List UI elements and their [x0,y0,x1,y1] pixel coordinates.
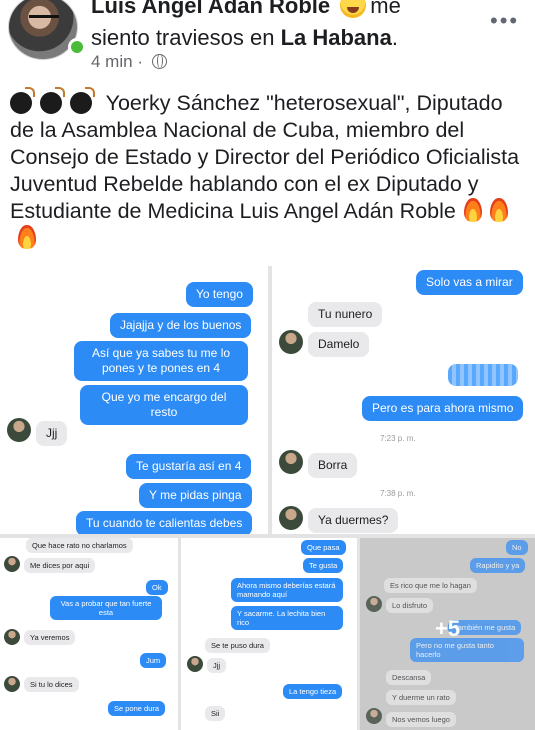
contact-avatar [366,708,382,724]
chat-bubble: Solo vas a mirar [416,270,523,295]
chat-bubble: Y duerme un rato [386,690,456,705]
contact-avatar [279,506,303,530]
meta-separator: · [137,52,143,71]
chat-bubble: Jjj [36,421,68,446]
chat-bubble: Y sacarme. La lechita bien rico [231,606,343,630]
chat-bubble: Nos vemos luego [386,712,456,727]
feeling-text: me [370,0,401,18]
contact-avatar [187,656,203,672]
post-author-line: Luis Angel Adan Roble me [91,0,491,20]
chat-bubble: Te gustaría así en 4 [126,454,252,479]
chat-bubble: Tu nunero [308,302,383,327]
chat-screenshot-2[interactable]: Solo vas a mirar Tu nunero Damelo Pero e… [272,266,535,534]
contact-avatar [7,418,31,442]
feeling-line: siento traviesos en La Habana. [91,24,398,52]
author-avatar[interactable] [8,0,86,62]
contact-avatar [279,330,303,354]
contact-avatar [366,596,382,612]
chat-bubble: Ya duermes? [308,508,399,533]
chat-bubble: Yo tengo [186,282,253,307]
chat-bubble: No [506,540,528,555]
timestamp: 7:23 p. m. [380,434,416,443]
fire-icon [463,198,482,222]
chat-bubble: Me dices por aqui [24,558,96,573]
more-photos-count[interactable]: +5 [435,616,460,642]
more-options-button[interactable]: ••• [490,8,519,34]
globe-icon[interactable] [151,54,167,69]
timestamp: 7:38 p. m. [380,489,416,498]
chat-bubble: Damelo [308,332,370,357]
chat-screenshot-4[interactable]: Que pasa Te gusta Ahora mismo deberías e… [181,538,357,730]
chat-bubble: Sii [205,706,226,721]
online-status-icon [68,38,86,56]
contact-avatar [279,450,303,474]
chat-bubble: Se te puso dura [205,638,270,653]
photo-collage[interactable]: Yo tengo Jajajja y de los buenos Así que… [0,266,535,730]
chat-bubble: Que hace rato no charlamos [26,538,133,553]
post-time[interactable]: 4 min [91,52,133,71]
chat-bubble: Pero es para ahora mismo [362,396,524,421]
chat-bubble: Se pone dura [108,701,166,716]
chat-bubble: Tu cuando te calientas debes [76,511,253,534]
post-meta: 4 min · [91,52,167,72]
bomb-icon [10,87,35,114]
bomb-icon [40,87,65,114]
feeling-emoji-icon [340,0,367,18]
contact-avatar [4,556,20,572]
author-name[interactable]: Luis Angel Adan Roble [91,0,330,18]
blurred-phone-number [448,364,518,386]
post-body: Yoerky Sánchez "heterosexual", Diputado … [10,87,530,252]
location-link[interactable]: La Habana [281,25,392,50]
chat-bubble: Jajajja y de los buenos [110,313,252,338]
contact-avatar [4,676,20,692]
chat-bubble: Así que ya sabes tu me lo pones y te pon… [74,341,248,381]
chat-bubble: Es rico que me lo hagan [384,578,477,593]
chat-bubble: Ok [146,580,168,595]
chat-bubble: La tengo tieza [283,684,343,699]
chat-bubble: Te gusta [303,558,344,573]
chat-bubble: Descansa [386,670,432,685]
chat-screenshot-3[interactable]: Que hace rato no charlamos Me dices por … [0,538,178,730]
chat-bubble: Lo disfruto [386,598,434,613]
chat-bubble: Que yo me encargo del resto [80,385,248,425]
chat-bubble: Si tu lo dices [24,677,79,692]
avatar-photo[interactable] [8,0,78,60]
chat-bubble: Que pasa [301,540,346,555]
chat-bubble: Y me pidas pinga [139,483,252,508]
chat-bubble: Rapidito y ya [470,558,526,573]
chat-bubble: Ya veremos [24,630,76,645]
chat-bubble: Jjj [207,658,227,673]
location-suffix: . [391,25,398,50]
fire-icon [489,198,508,222]
chat-bubble: Pero no me gusta tanto hacerlo [410,638,524,662]
glasses-detail [29,15,59,22]
fire-icon [18,225,36,249]
feeling-line2: siento traviesos en [91,25,275,50]
chat-bubble: Borra [308,453,358,478]
bomb-icon [70,87,95,114]
chat-bubble: Ahora mismo deberías estará mamando aquí [231,578,343,602]
contact-avatar [4,629,20,645]
chat-screenshot-1[interactable]: Yo tengo Jajajja y de los buenos Así que… [0,266,268,534]
chat-bubble: Jum [140,653,167,668]
chat-bubble: Vas a probar que tan fuerte esta [50,596,162,620]
